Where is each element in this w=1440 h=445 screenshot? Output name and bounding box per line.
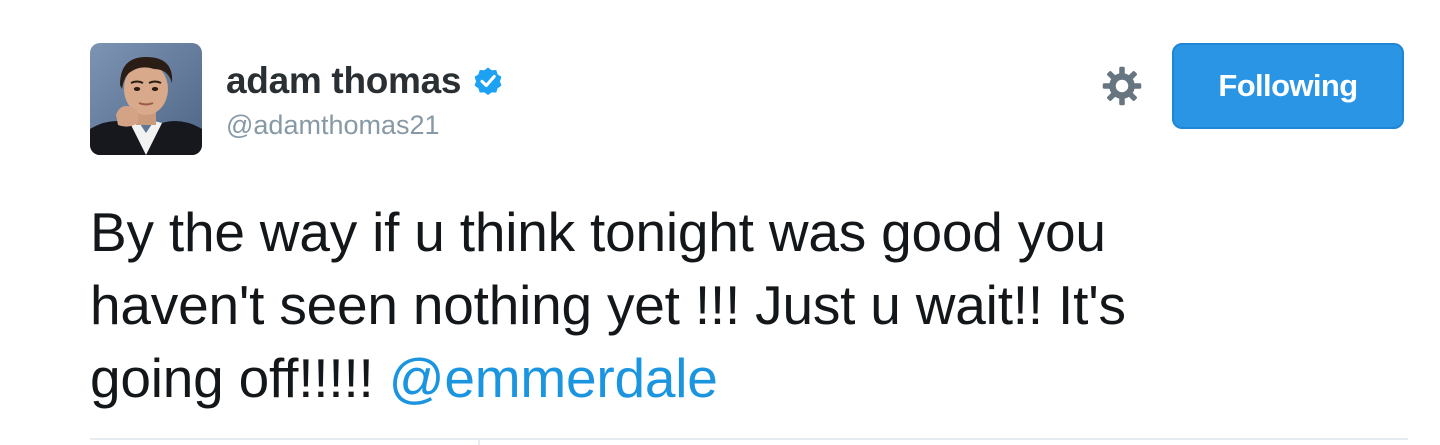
screen-name[interactable]: @adamthomas21 xyxy=(226,110,505,141)
avatar[interactable] xyxy=(90,43,202,155)
gear-icon[interactable] xyxy=(1100,64,1144,108)
display-name[interactable]: adam thomas xyxy=(226,60,462,102)
tweet-text-line-3: going off!!!!! xyxy=(90,347,389,409)
display-name-row: adam thomas xyxy=(226,58,505,104)
tweet-text-line-2: haven't seen nothing yet !!! Just u wait… xyxy=(90,274,1126,336)
tweet-text: By the way if u think tonight was good y… xyxy=(90,196,1350,415)
divider xyxy=(90,438,1408,440)
avatar-image xyxy=(90,43,202,155)
user-names: adam thomas @adamthomas21 xyxy=(226,58,505,141)
tweet-card: adam thomas @adamthomas21 Following By t… xyxy=(0,0,1440,445)
verified-badge-icon xyxy=(474,67,502,96)
divider-tick xyxy=(478,438,480,445)
following-button[interactable]: Following xyxy=(1172,43,1404,129)
mention-link[interactable]: @emmerdale xyxy=(389,347,718,409)
tweet-text-line-1: By the way if u think tonight was good y… xyxy=(90,201,1106,263)
